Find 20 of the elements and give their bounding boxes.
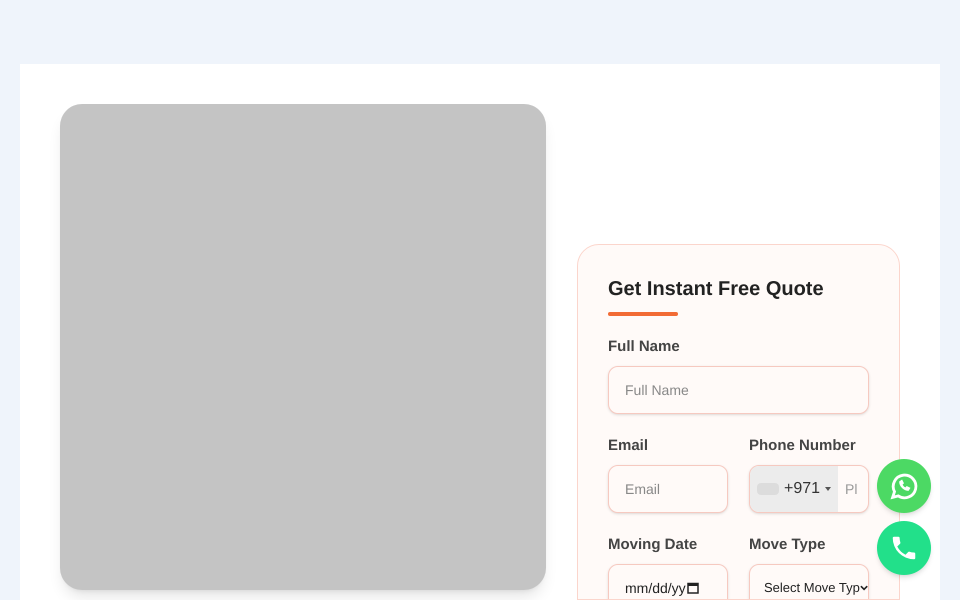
field-label: Email (608, 436, 650, 456)
title-underline (608, 312, 678, 316)
chevron-down-icon (860, 585, 868, 591)
dial-code: +971 (784, 479, 820, 499)
caret-icon (825, 487, 832, 491)
field-label: Move Type (749, 535, 826, 555)
phone-field[interactable]: +971 Pl (749, 465, 869, 513)
field-label: Moving Date (608, 535, 698, 555)
input-field[interactable]: Email (608, 465, 728, 513)
date-value: mm/dd/yy (625, 578, 686, 598)
placeholder-text: Pl (844, 480, 858, 498)
select-value: Select Move Typ (764, 579, 860, 598)
country-selector[interactable]: +971 (750, 466, 838, 512)
calendar-icon (686, 582, 699, 594)
input-field[interactable]: Full Name (608, 366, 869, 414)
field-label: Full Name (608, 337, 681, 357)
field-label: Phone Number (749, 436, 857, 456)
form-title: Get Instant Free Quote (608, 277, 825, 302)
select-field[interactable]: Select Move Typ (749, 564, 869, 599)
date-field[interactable]: mm/dd/yy (608, 564, 728, 599)
